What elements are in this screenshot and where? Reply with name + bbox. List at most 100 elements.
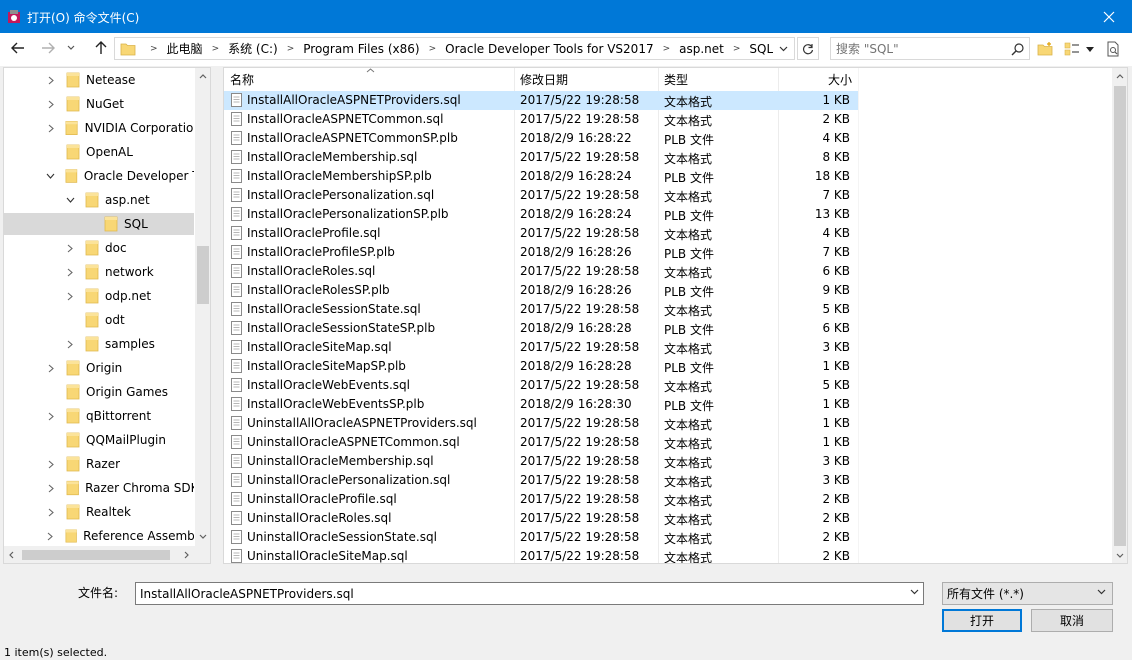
tree-item[interactable]: QQMailPlugin [4,429,194,451]
scroll-up-icon[interactable] [1116,74,1124,79]
filename-input[interactable] [136,583,896,604]
file-row[interactable]: UninstallAllOracleASPNETProviders.sql 201… [224,414,858,433]
chevron-right-icon[interactable] [46,483,56,493]
tree-item[interactable]: Origin [4,357,194,379]
chevron-right-icon[interactable] [65,267,75,277]
tree-item[interactable]: samples [4,333,194,355]
file-row[interactable]: InstallOracleASPNETCommon.sql 2017/5/22 1… [224,110,858,129]
file-row[interactable]: InstallOraclePersonalization.sql 2017/5/2… [224,186,858,205]
tree-item[interactable]: network [4,261,194,283]
chevron-right-icon[interactable] [65,291,75,301]
address-history-dropdown[interactable] [773,37,795,60]
chevron-right-icon[interactable] [46,363,56,373]
recent-locations-button[interactable] [63,38,79,58]
breadcrumb-separator-icon[interactable]: > [144,44,164,54]
tree-item[interactable]: NVIDIA Corporation [4,117,194,139]
file-row[interactable]: InstallOracleMembership.sql 2017/5/22 19:… [224,148,858,167]
new-folder-button[interactable] [1036,39,1054,59]
scroll-left-icon[interactable] [9,551,14,559]
file-row[interactable]: InstallOracleRoles.sql 2017/5/22 19:28:58… [224,262,858,281]
breadcrumb-this-pc[interactable]: 此电脑 [164,40,206,57]
tree-item[interactable]: qBittorrent [4,405,194,427]
chevron-right-icon[interactable] [46,531,55,541]
tree-item[interactable]: SQL [4,213,194,235]
tree-item[interactable]: Origin Games [4,381,194,403]
filename-combobox[interactable] [135,582,924,605]
chevron-right-icon[interactable] [65,339,75,349]
column-header-size[interactable]: 大小 [780,68,852,90]
tree-item[interactable]: doc [4,237,194,259]
tree-item[interactable]: odp.net [4,285,194,307]
column-divider[interactable] [858,68,859,563]
tree-item[interactable]: Razer [4,453,194,475]
tree-item[interactable]: Oracle Developer To [4,165,194,187]
file-row[interactable]: UninstallOraclePersonalization.sql 2017/5… [224,471,858,490]
forward-button[interactable] [37,38,59,58]
chevron-right-icon[interactable] [46,123,55,133]
tree-item[interactable]: OpenAL [4,141,194,163]
scroll-up-icon[interactable] [199,74,207,79]
navigation-tree[interactable]: Netease NuGet NVIDIA Corporation OpenAL Orac… [3,67,211,564]
breadcrumb-drive-c[interactable]: 系统 (C:) [225,40,281,57]
tree-vertical-scrollbar[interactable] [195,68,210,546]
chevron-right-icon[interactable] [46,75,56,85]
file-row[interactable]: InstallOracleSiteMap.sql 2017/5/22 19:28:… [224,338,858,357]
filetype-select[interactable]: 所有文件 (*.*) [942,582,1113,605]
file-row[interactable]: InstallOracleSiteMapSP.plb 2018/2/9 16:28… [224,357,858,376]
up-button[interactable] [90,38,112,58]
breadcrumb-program-files[interactable]: Program Files (x86) [300,42,422,56]
file-row[interactable]: UninstallOracleMembership.sql 2017/5/22 1… [224,452,858,471]
file-row[interactable]: UninstallOracleSiteMap.sql 2017/5/22 19:2… [224,547,858,563]
chevron-down-icon[interactable] [46,171,55,181]
file-row[interactable]: UninstallOracleASPNETCommon.sql 2017/5/22… [224,433,858,452]
breadcrumb-oracle-dev-tools[interactable]: Oracle Developer Tools for VS2017 [442,42,656,56]
breadcrumb-sql[interactable]: SQL [746,42,776,56]
tree-horizontal-scroll-thumb[interactable] [22,550,170,560]
column-header-date[interactable]: 修改日期 [520,68,660,90]
scroll-down-icon[interactable] [199,534,207,539]
tree-item[interactable]: Razer Chroma SDK [4,477,194,499]
tree-vertical-scroll-thumb[interactable] [197,246,209,304]
chevron-right-icon[interactable] [46,507,56,517]
chevron-down-icon[interactable] [65,195,75,205]
file-row[interactable]: InstallOracleASPNETCommonSP.plb 2018/2/9 … [224,129,858,148]
file-row[interactable]: InstallOracleSessionState.sql 2017/5/22 1… [224,300,858,319]
breadcrumb-separator-icon[interactable]: > [423,44,443,54]
file-row[interactable]: InstallOracleSessionStateSP.plb 2018/2/9 … [224,319,858,338]
tree-item[interactable]: odt [4,309,194,331]
view-dropdown-button[interactable] [1084,39,1096,59]
scroll-right-icon[interactable] [184,551,189,559]
chevron-right-icon[interactable] [65,243,75,253]
file-row[interactable]: InstallOracleProfileSP.plb 2018/2/9 16:28… [224,243,858,262]
file-row[interactable]: InstallAllOracleASPNETProviders.sql 2017/… [224,91,858,110]
view-options-button[interactable] [1062,39,1082,59]
chevron-down-icon[interactable] [910,589,919,595]
chevron-right-icon[interactable] [46,459,56,469]
file-row[interactable]: UninstallOracleRoles.sql 2017/5/22 19:28:… [224,509,858,528]
list-vertical-scroll-thumb[interactable] [1114,86,1126,546]
search-box[interactable] [830,37,1030,60]
file-row[interactable]: UninstallOracleSessionState.sql 2017/5/22… [224,528,858,547]
file-row[interactable]: InstallOracleRolesSP.plb 2018/2/9 16:28:2… [224,281,858,300]
preview-pane-button[interactable] [1104,39,1122,59]
column-header-type[interactable]: 类型 [664,68,774,90]
tree-item[interactable]: Realtek [4,501,194,523]
file-row[interactable]: InstallOracleProfile.sql 2017/5/22 19:28:… [224,224,858,243]
file-row[interactable]: InstallOracleMembershipSP.plb 2018/2/9 16… [224,167,858,186]
chevron-right-icon[interactable] [46,99,56,109]
address-bar[interactable]: > 此电脑 > 系统 (C:) > Program Files (x86) > … [114,37,795,60]
breadcrumb-separator-icon[interactable]: > [727,44,747,54]
search-input[interactable] [831,38,1001,59]
scroll-down-icon[interactable] [1116,553,1124,558]
tree-item[interactable]: Reference Assemblie [4,525,194,547]
file-row[interactable]: UninstallOracleProfile.sql 2017/5/22 19:2… [224,490,858,509]
breadcrumb-separator-icon[interactable]: > [657,44,677,54]
file-row[interactable]: InstallOracleWebEvents.sql 2017/5/22 19:2… [224,376,858,395]
back-button[interactable] [7,38,29,58]
cancel-button[interactable]: 取消 [1031,609,1113,632]
tree-item[interactable]: NuGet [4,93,194,115]
close-button[interactable] [1086,0,1132,33]
open-button[interactable]: 打开 [942,609,1022,632]
breadcrumb-separator-icon[interactable]: > [206,44,226,54]
breadcrumb-separator-icon[interactable]: > [281,44,301,54]
